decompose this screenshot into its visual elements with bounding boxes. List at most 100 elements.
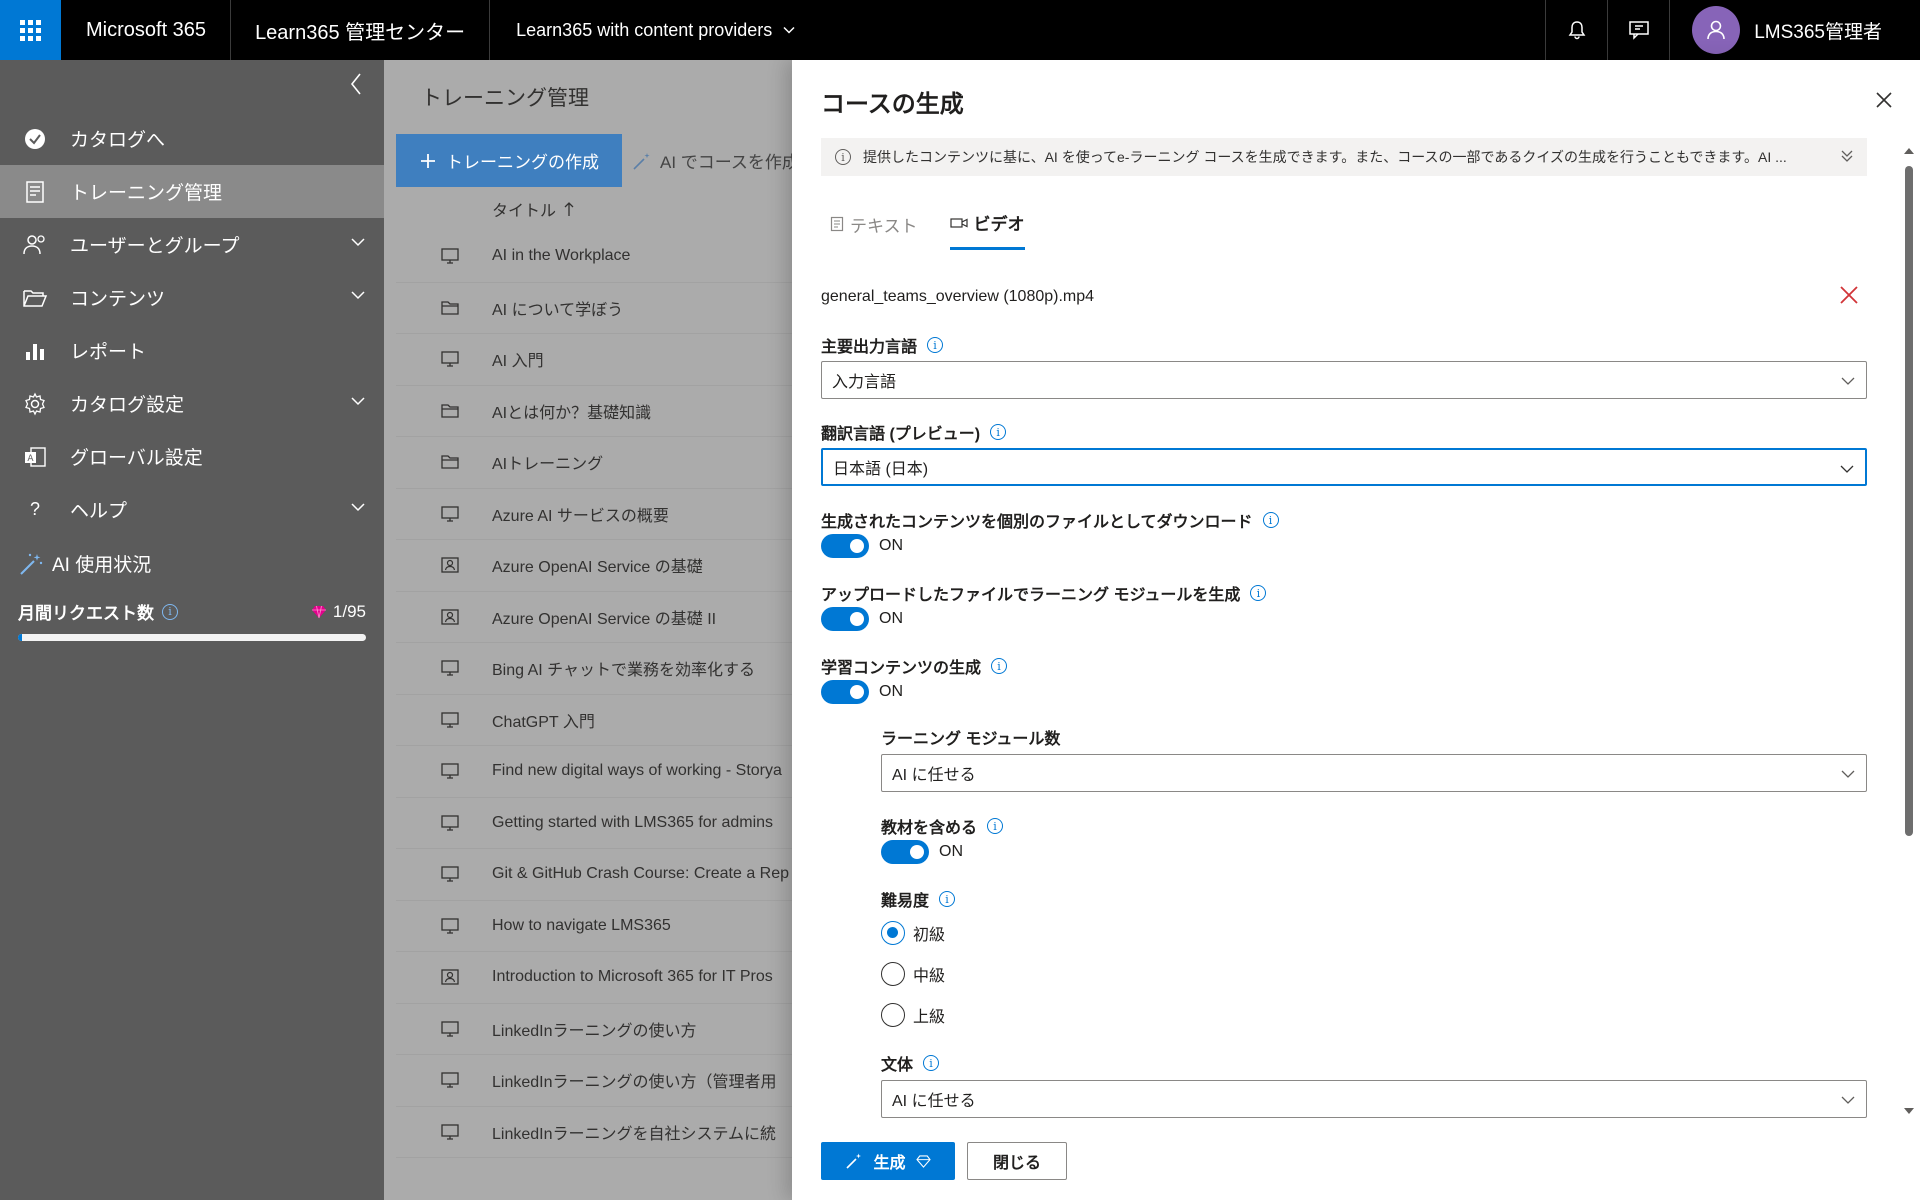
row-title[interactable]: Getting started with LMS365 for admins <box>492 814 773 832</box>
course-icon <box>396 762 492 780</box>
notifications-button[interactable] <box>1545 0 1607 60</box>
chevron-down-icon[interactable] <box>350 234 366 256</box>
table-row[interactable]: AIトレーニング <box>396 437 816 489</box>
chevron-down-icon[interactable] <box>350 287 366 309</box>
difficulty-option-beginner[interactable]: 初級 <box>881 921 945 945</box>
brand-link[interactable]: Microsoft 365 <box>61 0 232 60</box>
close-panel-button[interactable] <box>1872 88 1896 112</box>
row-title[interactable]: Bing AI チャットで業務を効率化する <box>492 656 755 680</box>
module-count-dropdown[interactable]: AI に任せる <box>881 754 1867 792</box>
row-title[interactable]: LinkedInラーニングの使い方（管理者用 <box>492 1068 777 1092</box>
row-title[interactable]: Azure AI サービスの概要 <box>492 502 669 526</box>
sidebar-item-7[interactable]: ? ヘルプ <box>0 483 384 536</box>
table-row[interactable]: LinkedInラーニングの使い方（管理者用 <box>396 1055 816 1107</box>
table-row[interactable]: AI 入門 <box>396 334 816 386</box>
user-menu[interactable]: LMS365管理者 <box>1669 0 1920 60</box>
row-title[interactable]: ChatGPT 入門 <box>492 708 595 732</box>
table-row[interactable]: Azure AI サービスの概要 <box>396 489 816 540</box>
radio-intermediate[interactable] <box>881 962 905 986</box>
table-row[interactable]: Azure OpenAI Service の基礎 II <box>396 592 816 643</box>
tab-text-label: テキスト <box>850 216 918 236</box>
row-title[interactable]: LinkedInラーニングを自社システムに統 <box>492 1120 776 1144</box>
close-button[interactable]: 閉じる <box>967 1142 1067 1180</box>
sidebar-item-1[interactable]: トレーニング管理 <box>0 165 384 218</box>
radio-beginner[interactable] <box>881 921 905 945</box>
environment-switcher[interactable]: Learn365 with content providers <box>490 20 822 41</box>
info-icon[interactable]: i <box>1262 512 1279 528</box>
table-row[interactable]: Getting started with LMS365 for admins <box>396 798 816 849</box>
table-row[interactable]: LinkedInラーニングの使い方 <box>396 1004 816 1055</box>
info-icon[interactable]: i <box>162 603 178 620</box>
download-separate-toggle[interactable] <box>821 534 869 558</box>
table-row[interactable]: AIとは何か？基礎知識 <box>396 386 816 437</box>
expand-info-button[interactable] <box>1839 146 1855 169</box>
table-row[interactable]: Git & GitHub Crash Course: Create a Rep <box>396 849 816 901</box>
chevron-down-icon[interactable] <box>350 499 366 521</box>
row-title[interactable]: Find new digital ways of working - Story… <box>492 762 782 780</box>
info-icon[interactable]: i <box>987 818 1004 834</box>
row-title[interactable]: Git & GitHub Crash Course: Create a Rep <box>492 865 789 883</box>
chevron-down-icon <box>1841 770 1855 778</box>
info-icon[interactable]: i <box>990 424 1007 440</box>
row-title[interactable]: AI 入門 <box>492 347 544 371</box>
tab-text[interactable]: テキスト <box>830 210 918 250</box>
document-icon <box>830 216 844 232</box>
table-row[interactable]: How to navigate LMS365 <box>396 901 816 952</box>
generate-module-toggle[interactable] <box>821 607 869 631</box>
info-icon[interactable]: i <box>923 1055 940 1071</box>
scrollbar-thumb[interactable] <box>1905 166 1913 836</box>
difficulty-option-intermediate[interactable]: 中級 <box>881 962 945 986</box>
create-course-with-ai-button[interactable]: AI でコースを作成 <box>622 148 799 173</box>
tab-video[interactable]: ビデオ <box>949 210 1025 250</box>
magic-wand-icon <box>633 152 650 170</box>
info-icon[interactable]: i <box>1250 585 1267 601</box>
info-icon[interactable]: i <box>927 337 944 353</box>
row-title[interactable]: Azure OpenAI Service の基礎 II <box>492 605 716 629</box>
table-row[interactable]: Bing AI チャットで業務を効率化する <box>396 643 816 695</box>
row-title[interactable]: AIトレーニング <box>492 450 603 474</box>
table-row[interactable]: AI in the Workplace <box>396 231 816 283</box>
row-title[interactable]: AI について学ぼう <box>492 296 623 320</box>
table-row[interactable]: Find new digital ways of working - Story… <box>396 746 816 798</box>
difficulty-option-advanced[interactable]: 上級 <box>881 1003 945 1027</box>
generate-button[interactable]: 生成 <box>821 1142 955 1180</box>
sidebar-item-label: ヘルプ <box>70 501 128 522</box>
create-training-button[interactable]: トレーニングの作成 <box>396 134 622 187</box>
table-row[interactable]: Introduction to Microsoft 365 for IT Pro… <box>396 952 816 1004</box>
table-row[interactable]: ChatGPT 入門 <box>396 695 816 746</box>
primary-language-dropdown[interactable]: 入力言語 <box>821 361 1867 399</box>
sidebar-item-label: グローバル設定 <box>70 448 203 469</box>
row-title[interactable]: How to navigate LMS365 <box>492 917 671 935</box>
style-dropdown[interactable]: AI に任せる <box>881 1080 1867 1118</box>
feedback-button[interactable] <box>1607 0 1669 60</box>
table-row[interactable]: Azure OpenAI Service の基礎 <box>396 540 816 592</box>
row-title[interactable]: Azure OpenAI Service の基礎 <box>492 553 703 577</box>
generate-module-toggle-row: ON <box>821 607 903 631</box>
sidebar-item-5[interactable]: カタログ設定 <box>0 377 384 430</box>
row-title[interactable]: AIとは何か？基礎知識 <box>492 399 651 423</box>
app-title[interactable]: Learn365 管理センター <box>231 0 491 60</box>
row-title[interactable]: LinkedInラーニングの使い方 <box>492 1017 697 1041</box>
remove-file-button[interactable] <box>1839 285 1859 310</box>
sidebar-item-2[interactable]: ユーザーとグループ <box>0 218 384 271</box>
translation-language-dropdown[interactable]: 日本語 (日本) <box>821 448 1867 486</box>
sidebar-item-3[interactable]: コンテンツ <box>0 271 384 324</box>
sidebar-item-0[interactable]: カタログへ <box>0 112 384 165</box>
row-title[interactable]: Introduction to Microsoft 365 for IT Pro… <box>492 968 773 986</box>
collapse-sidebar-button[interactable] <box>344 72 368 96</box>
row-title[interactable]: AI in the Workplace <box>492 247 630 265</box>
sidebar-item-6[interactable]: A グローバル設定 <box>0 430 384 483</box>
info-icon[interactable]: i <box>939 891 956 907</box>
title-column-header[interactable]: タイトル <box>396 187 816 231</box>
svg-text:A: A <box>27 454 34 464</box>
radio-advanced[interactable] <box>881 1003 905 1027</box>
panel-scrollbar[interactable] <box>1902 146 1916 1116</box>
chevron-down-icon[interactable] <box>350 393 366 415</box>
info-icon[interactable]: i <box>991 658 1008 674</box>
table-row[interactable]: LinkedInラーニングを自社システムに統 <box>396 1107 816 1158</box>
generate-learning-toggle[interactable] <box>821 680 869 704</box>
include-material-toggle[interactable] <box>881 840 929 864</box>
sidebar-item-4[interactable]: レポート <box>0 324 384 377</box>
app-launcher-button[interactable] <box>0 0 61 60</box>
table-row[interactable]: AI について学ぼう <box>396 283 816 334</box>
